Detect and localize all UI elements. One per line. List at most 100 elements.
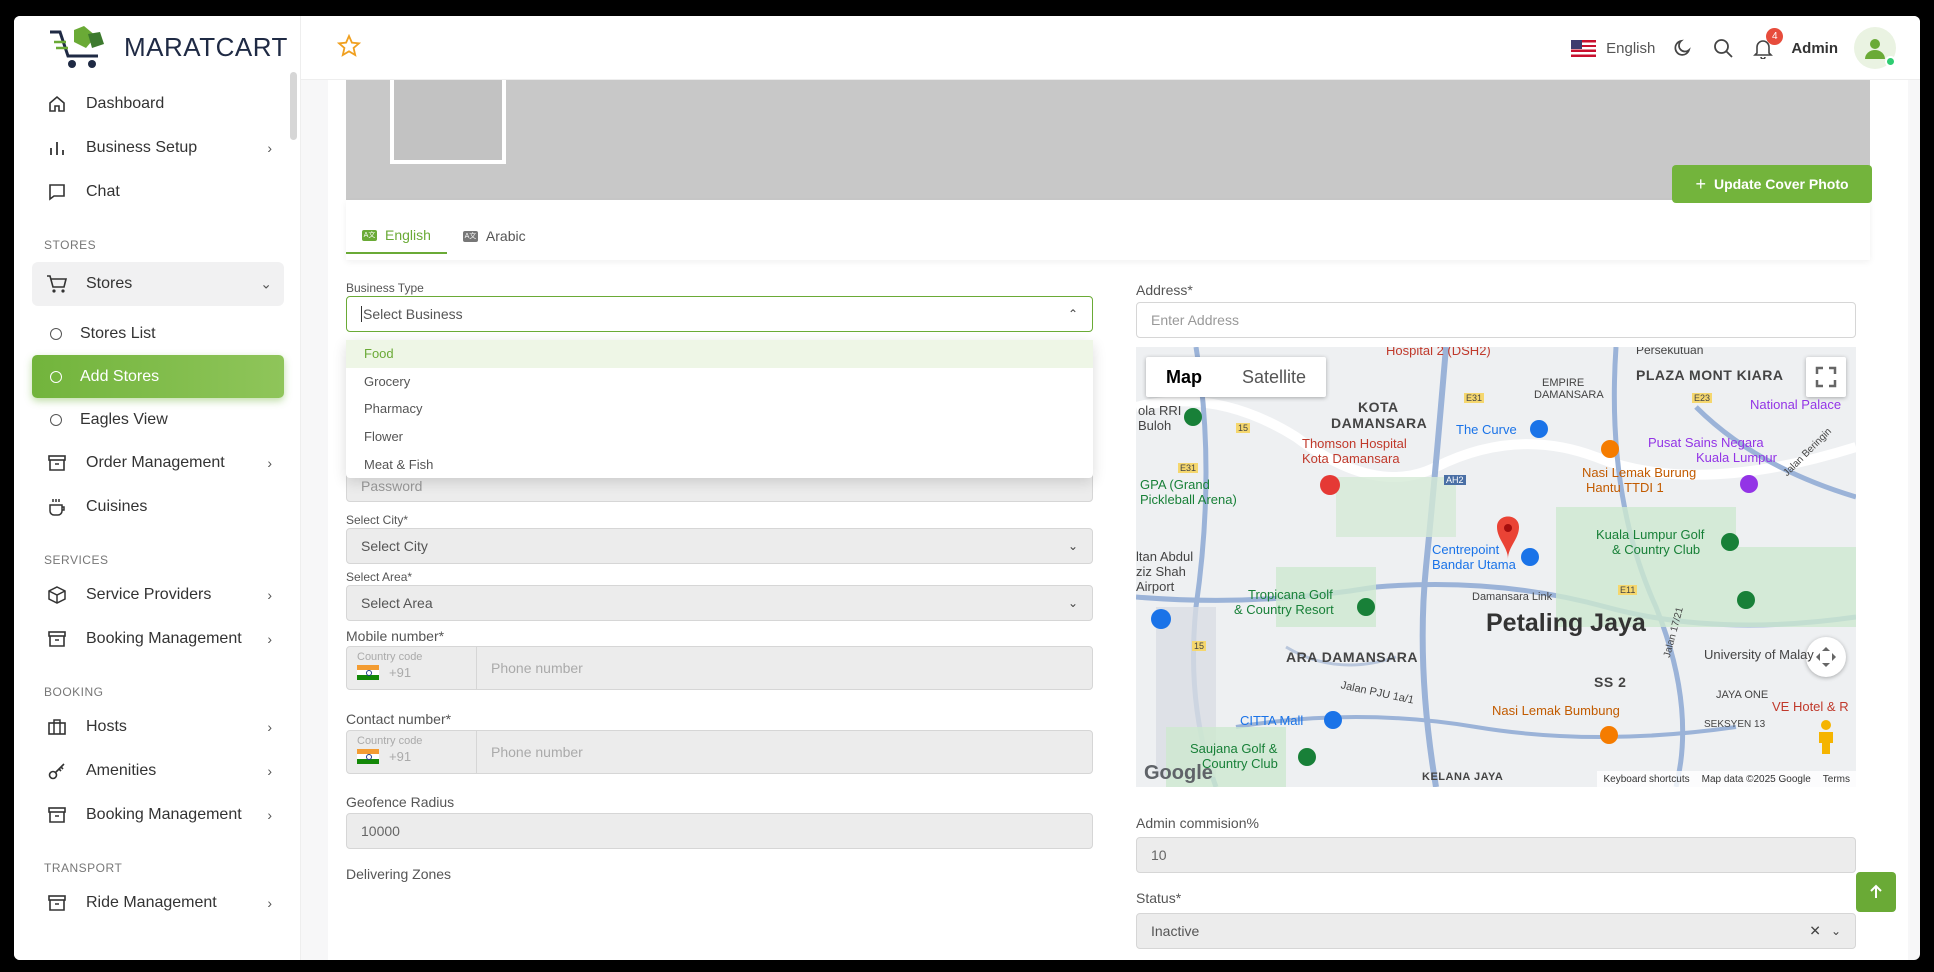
chevron-right-icon: ›: [267, 631, 272, 647]
address-input[interactable]: Enter Address: [1136, 302, 1856, 338]
admin-name[interactable]: Admin: [1791, 40, 1838, 57]
terms-link[interactable]: Terms: [1823, 774, 1850, 785]
sidebar-item-booking-management[interactable]: Booking Management ›: [32, 793, 284, 837]
sidebar-item-ride-management[interactable]: Ride Management ›: [32, 881, 284, 925]
sidebar-item-dashboard[interactable]: Dashboard: [32, 82, 284, 126]
map-label: Airport: [1136, 579, 1175, 594]
map-tab-map[interactable]: Map: [1146, 357, 1222, 397]
tab-english[interactable]: A文 English: [346, 218, 447, 254]
country-code-select[interactable]: Country code +91: [347, 731, 477, 773]
moon-icon[interactable]: [1671, 36, 1695, 60]
plus-icon: +: [1695, 173, 1706, 194]
business-type-select[interactable]: Select Business ⌃: [346, 296, 1093, 332]
key-icon: [46, 760, 68, 782]
fullscreen-icon[interactable]: [1806, 357, 1846, 397]
map-label: Petaling Jaya: [1486, 609, 1646, 637]
sidebar-subitem-label: Add Stores: [80, 367, 160, 385]
section-services: SERVICES: [44, 553, 109, 567]
map-label: ARA DAMANSARA: [1286, 649, 1418, 665]
cart-icon: [46, 273, 68, 295]
sidebar-item-label: Booking Management: [86, 630, 242, 647]
pegman-icon[interactable]: [1806, 717, 1846, 757]
map-label: CITTA Mall: [1240, 713, 1304, 728]
option-grocery[interactable]: Grocery: [346, 368, 1093, 396]
chevron-down-icon: ⌄: [1067, 539, 1078, 553]
country-code-label: Country code: [357, 735, 423, 747]
chevron-right-icon: ›: [267, 763, 272, 779]
option-food[interactable]: Food: [346, 340, 1093, 368]
road-shield: E31: [1464, 393, 1485, 403]
sidebar-item-business-setup[interactable]: Business Setup ›: [32, 126, 284, 170]
sidebar-subitem-add-stores[interactable]: Add Stores: [32, 355, 284, 398]
avatar[interactable]: [1854, 27, 1896, 69]
area-select[interactable]: Select Area ⌄: [346, 585, 1093, 621]
sidebar-subitem-eagles-view[interactable]: Eagles View: [32, 398, 284, 441]
status-value: Inactive: [1151, 923, 1200, 939]
sidebar-item-order-management[interactable]: Order Management ›: [32, 441, 284, 485]
contact-number-input[interactable]: Phone number: [477, 731, 1092, 773]
business-type-label: Business Type: [346, 281, 424, 295]
sidebar-item-chat[interactable]: Chat: [32, 170, 284, 214]
sidebar-item-service-providers[interactable]: Service Providers ›: [32, 573, 284, 617]
sidebar-scrollbar[interactable]: [290, 72, 297, 140]
translate-icon: A文: [362, 229, 377, 241]
contact-label: Contact number*: [346, 711, 452, 727]
option-flower[interactable]: Flower: [346, 423, 1093, 451]
sidebar-item-label: Dashboard: [86, 95, 165, 112]
sidebar-item-label: Booking Management: [86, 806, 242, 823]
online-indicator: [1885, 56, 1896, 67]
bell-icon[interactable]: 4: [1751, 28, 1784, 60]
option-pharmacy[interactable]: Pharmacy: [346, 395, 1093, 423]
chevron-down-icon: ⌄: [1830, 924, 1841, 938]
logo[interactable]: MARATCART: [48, 20, 288, 74]
tab-arabic[interactable]: A文 Arabic: [447, 218, 542, 254]
mobile-number-input[interactable]: Phone number: [477, 647, 1092, 689]
map-label: Buloh: [1138, 418, 1172, 433]
scroll-to-top-button[interactable]: [1856, 872, 1896, 912]
search-icon[interactable]: [1711, 36, 1735, 60]
map-footer: Keyboard shortcuts Map data ©2025 Google…: [1597, 771, 1856, 787]
sidebar-item-cuisines[interactable]: Cuisines: [32, 485, 284, 529]
keyboard-shortcuts-link[interactable]: Keyboard shortcuts: [1603, 774, 1689, 785]
sidebar-item-amenities[interactable]: Amenities ›: [32, 749, 284, 793]
language-selector[interactable]: English: [1571, 39, 1655, 57]
chevron-down-icon: ⌄: [260, 275, 272, 292]
admin-commission-value: 10: [1151, 847, 1167, 863]
admin-commission-label: Admin commision%: [1136, 815, 1259, 831]
map-tab-satellite[interactable]: Satellite: [1222, 357, 1326, 397]
clear-icon[interactable]: ✕: [1809, 923, 1821, 940]
star-icon[interactable]: [336, 33, 362, 63]
option-meat-fish[interactable]: Meat & Fish: [346, 450, 1093, 478]
notification-badge: 4: [1766, 28, 1784, 45]
briefcase-icon: [46, 716, 68, 738]
map-label: ola RRI: [1138, 403, 1182, 418]
sidebar-subitem-label: Stores List: [80, 324, 156, 342]
country-code-select[interactable]: Country code +91: [347, 647, 477, 689]
store-logo-placeholder[interactable]: [390, 80, 506, 164]
city-select[interactable]: Select City ⌄: [346, 528, 1093, 564]
map-label: Nasi Lemak Bumbung: [1492, 703, 1620, 718]
india-flag-icon: [357, 665, 379, 680]
sidebar-item-booking-management-services[interactable]: Booking Management ›: [32, 617, 284, 661]
map-label: Centrepoint: [1432, 542, 1500, 557]
admin-commission-input[interactable]: 10: [1136, 837, 1856, 873]
sidebar-item-hosts[interactable]: Hosts ›: [32, 705, 284, 749]
road-shield: 15: [1192, 641, 1207, 651]
geofence-radius-input[interactable]: 10000: [346, 813, 1093, 849]
header-actions: English 4 Admin: [1571, 24, 1896, 72]
sidebar-item-stores[interactable]: Stores ⌄: [32, 262, 284, 306]
status-select[interactable]: Inactive ✕ ⌄: [1136, 913, 1856, 949]
map-label: SEKSYEN 13: [1704, 719, 1766, 730]
city-value: Select City: [361, 538, 428, 554]
chevron-right-icon: ›: [267, 719, 272, 735]
map-label: Tropicana Golf: [1248, 587, 1333, 602]
update-cover-photo-button[interactable]: + Update Cover Photo: [1672, 165, 1872, 203]
location-map[interactable]: Map Satellite Hospital 2 (DSH2) Persekut…: [1136, 347, 1856, 787]
mobile-number-field: Country code +91 Phone number: [346, 646, 1093, 690]
map-label: Bandar Utama: [1432, 557, 1516, 572]
sidebar-subitem-stores-list[interactable]: Stores List: [32, 312, 284, 355]
sidebar-item-label: Business Setup: [86, 139, 198, 156]
map-label: ziz Shah: [1136, 564, 1186, 579]
road-shield: E23: [1692, 393, 1713, 403]
section-transport: TRANSPORT: [44, 861, 123, 875]
